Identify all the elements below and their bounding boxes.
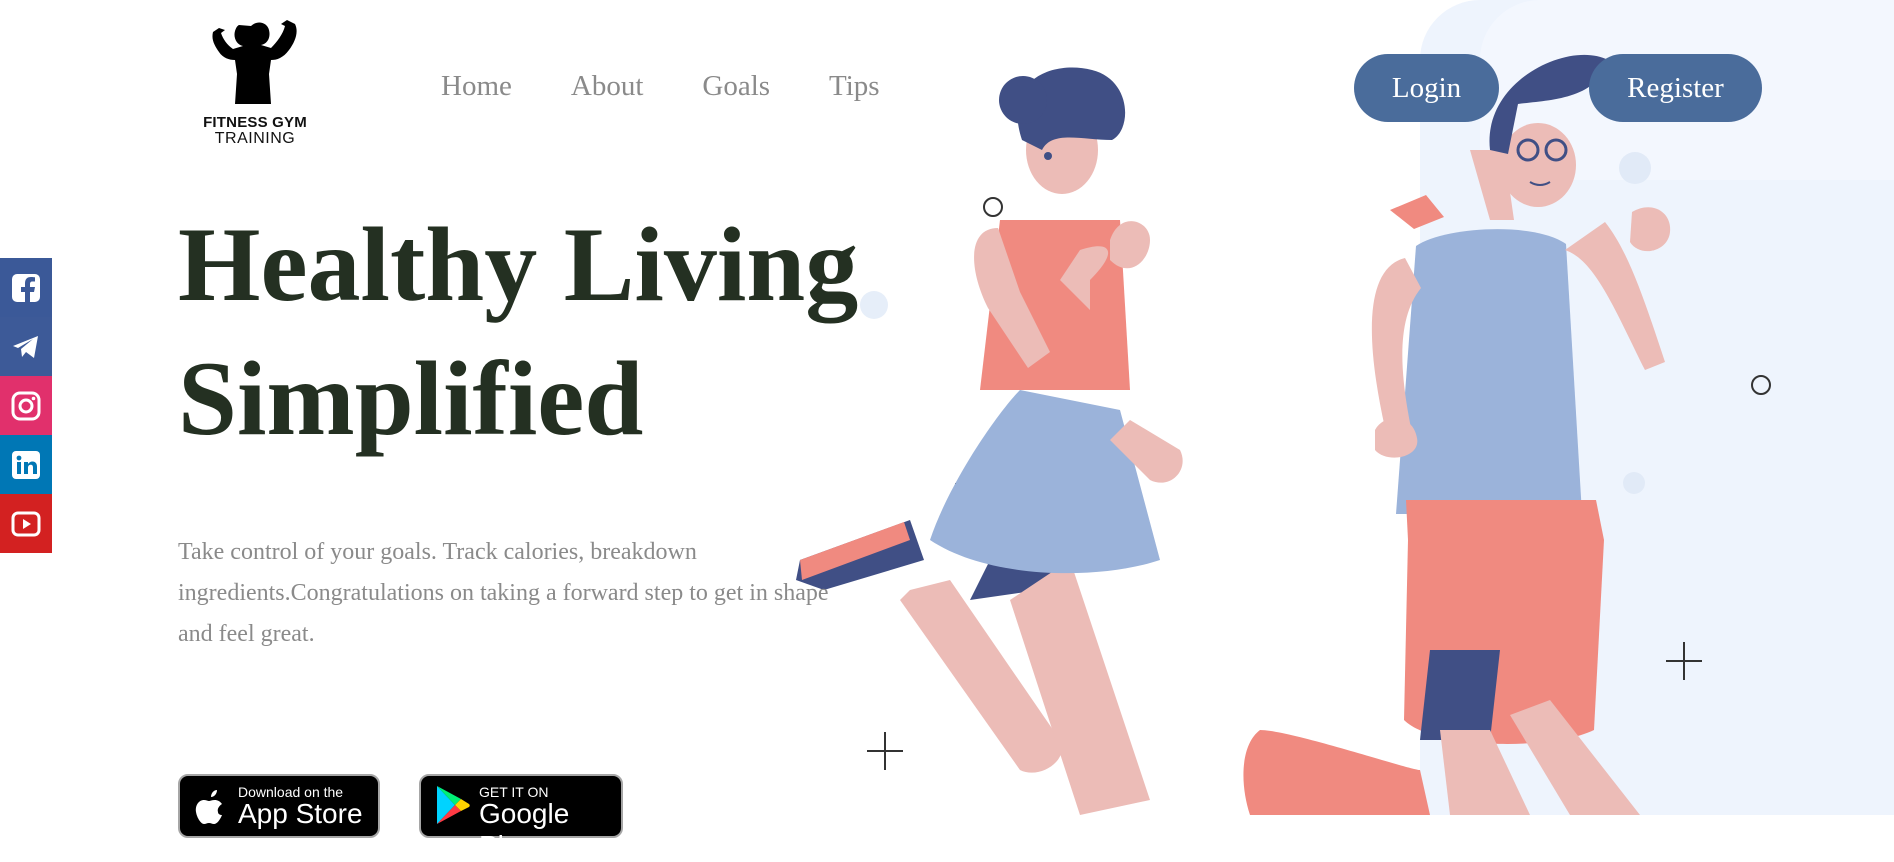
social-facebook[interactable] bbox=[0, 258, 52, 317]
app-store-big-text: App Store bbox=[238, 798, 363, 829]
login-button[interactable]: Login bbox=[1354, 54, 1499, 122]
apple-icon bbox=[195, 790, 222, 824]
linkedin-icon bbox=[12, 450, 40, 479]
brand-tagline: TRAINING bbox=[214, 130, 296, 147]
nav-home[interactable]: Home bbox=[441, 70, 512, 103]
register-button[interactable]: Register bbox=[1589, 54, 1762, 122]
google-play-badge[interactable]: GET IT ON Google Play bbox=[419, 774, 623, 861]
hero-description: Take control of your goals. Track calori… bbox=[178, 539, 829, 647]
hero-title-line2: Simplified bbox=[178, 340, 644, 457]
facebook-icon bbox=[12, 273, 40, 302]
social-linkedin[interactable] bbox=[0, 435, 52, 494]
youtube-icon bbox=[11, 511, 41, 536]
bodybuilder-icon bbox=[212, 20, 297, 104]
nav-goals[interactable]: Goals bbox=[702, 70, 770, 103]
nav-about[interactable]: About bbox=[571, 70, 644, 103]
social-youtube[interactable] bbox=[0, 494, 52, 553]
app-store-badge[interactable]: Download on the App Store bbox=[178, 774, 380, 838]
hero-title-line1: Healthy Living bbox=[178, 206, 859, 323]
hero-title: Healthy Living Simplified bbox=[178, 198, 858, 466]
google-play-icon bbox=[437, 786, 470, 824]
telegram-icon bbox=[13, 335, 38, 358]
brand-logo[interactable]: FITNESS GYM TRAINING bbox=[195, 18, 315, 147]
social-sidebar bbox=[0, 258, 52, 553]
brand-name: FITNESS GYM bbox=[203, 114, 307, 131]
social-instagram[interactable] bbox=[0, 376, 52, 435]
social-telegram[interactable] bbox=[0, 317, 52, 376]
google-play-big-text: Google Play bbox=[479, 798, 570, 861]
instagram-icon bbox=[11, 391, 41, 420]
runners-illustration bbox=[796, 54, 1771, 815]
